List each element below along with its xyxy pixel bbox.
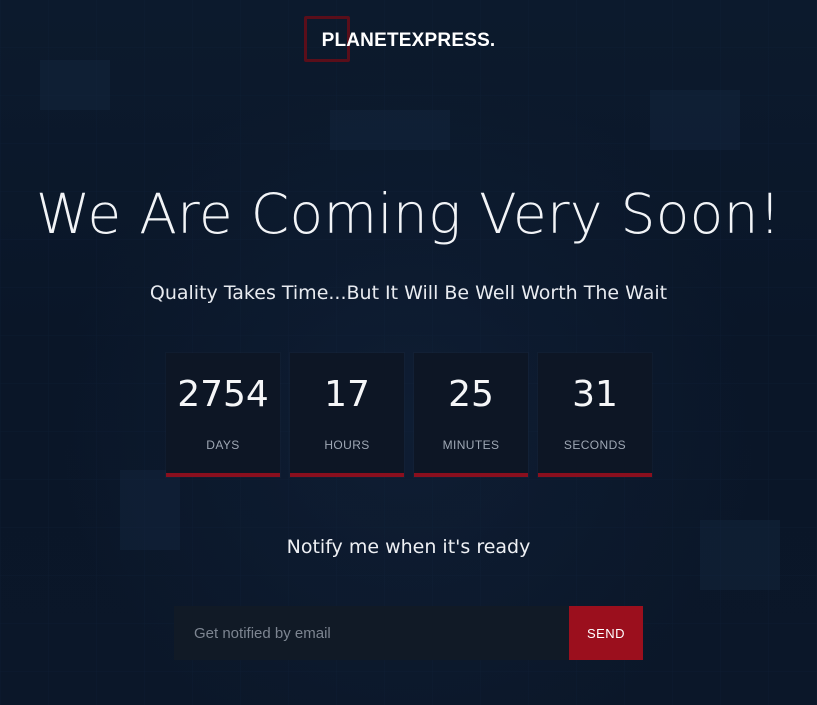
- countdown-seconds-value: 31: [572, 374, 618, 415]
- countdown-hours-value: 17: [324, 374, 370, 415]
- send-button[interactable]: SEND: [569, 606, 643, 660]
- background-tile: [650, 90, 740, 150]
- countdown-minutes-label: MINUTES: [442, 438, 500, 452]
- site-logo[interactable]: PLANETEXPRESS.: [0, 16, 817, 62]
- page-subtitle: Quality Takes Time...But It Will Be Well…: [149, 282, 668, 304]
- background-tile: [330, 110, 450, 150]
- notify-form: SEND: [174, 606, 643, 660]
- countdown-seconds: 31 SECONDS: [538, 353, 652, 477]
- countdown-hours-label: HOURS: [324, 438, 370, 452]
- countdown-days-value: 2754: [177, 374, 269, 415]
- countdown-days-label: DAYS: [206, 438, 240, 452]
- countdown-minutes: 25 MINUTES: [414, 353, 528, 477]
- countdown-seconds-label: SECONDS: [563, 438, 627, 452]
- countdown-hours: 17 HOURS: [290, 353, 404, 477]
- email-input[interactable]: [174, 606, 569, 660]
- background-tile: [40, 60, 110, 110]
- notify-heading: Notify me when it's ready: [286, 536, 531, 558]
- countdown-minutes-value: 25: [448, 374, 494, 415]
- logo-text: PLANETEXPRESS.: [321, 30, 496, 51]
- page-title: We Are Coming Very Soon!: [35, 182, 782, 246]
- countdown-days: 2754 DAYS: [166, 353, 280, 477]
- countdown-timer: 2754 DAYS 17 HOURS 25 MINUTES 31 SECONDS: [166, 353, 656, 477]
